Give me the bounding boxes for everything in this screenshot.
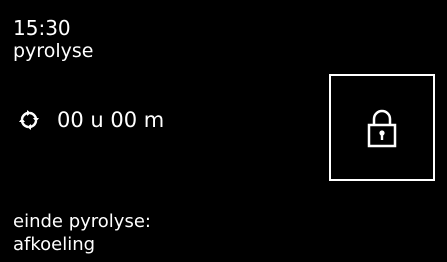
status-label: einde pyrolyse: (13, 211, 151, 232)
status-value: afkoeling (13, 234, 96, 255)
clock-time: 15:30 (13, 16, 71, 40)
timer-value: 00 u 00 m (57, 108, 165, 132)
lock-button[interactable] (329, 74, 435, 181)
padlock-icon (367, 108, 397, 148)
program-name: pyrolyse (13, 40, 94, 62)
timer-row: 00 u 00 m (18, 108, 164, 132)
cycle-arrows-icon (18, 109, 40, 131)
